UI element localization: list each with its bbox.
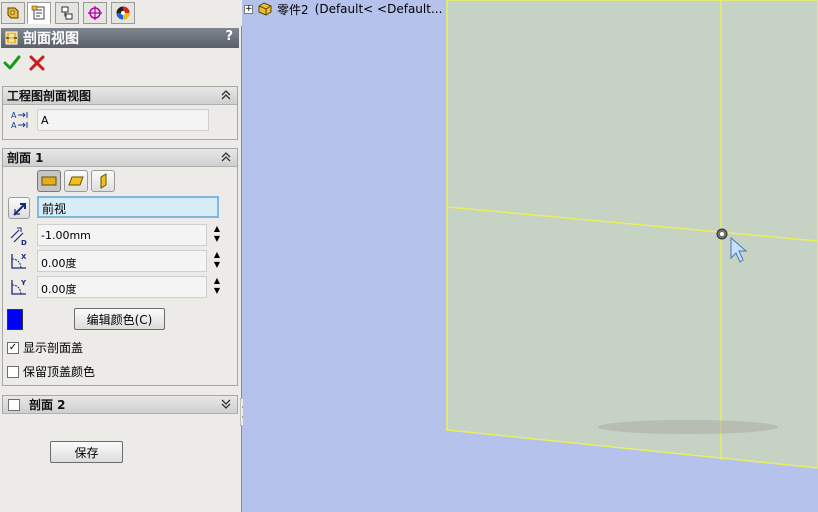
part-name[interactable]: 零件2 [277,1,309,18]
section-plane-input[interactable]: 前视 [37,196,219,218]
section-1-header[interactable]: 剖面 1 [3,149,237,167]
front-plane-button[interactable] [37,170,61,192]
label-icon: A A [9,109,31,131]
rotate-y-icon: Y [8,276,30,298]
configuration-icon [61,6,73,20]
origin-marker-icon [716,228,728,240]
svg-text:D: D [21,239,27,246]
svg-text:A: A [11,121,17,130]
crosshair-icon [88,6,102,20]
graphics-viewport[interactable] [243,0,818,512]
rotate-x-input[interactable]: 0.00度 [37,250,207,272]
keep-cap-color-checkbox[interactable]: 保留顶盖颜色 [7,363,95,380]
help-button[interactable]: ? [225,29,233,44]
configuration-manager-tab[interactable] [55,2,79,24]
property-manager-panel: 剖面视图 ? 工程图剖面视图 A A A 剖面 1 前视 D -1.00mm ▲… [0,0,242,512]
double-chevron-up-icon[interactable] [220,89,232,101]
rotate-y-spinner[interactable]: ▲ ▼ [211,276,223,298]
dimxpert-manager-tab[interactable] [83,2,107,24]
offset-spinner[interactable]: ▲ ▼ [211,224,223,246]
section-1-title: 剖面 1 [7,151,44,165]
offset-distance-input[interactable]: -1.00mm [37,224,207,246]
top-plane-icon [68,176,84,186]
section-label-input[interactable]: A [37,109,209,131]
cap-color-swatch [7,309,23,330]
rotate-y-input[interactable]: 0.00度 [37,276,207,298]
drawing-section-group: 工程图剖面视图 A A A [2,86,238,140]
drawing-section-header[interactable]: 工程图剖面视图 [3,87,237,105]
display-manager-tab[interactable] [111,2,135,24]
part-icon [258,2,272,16]
drawing-section-title: 工程图剖面视图 [7,89,92,103]
section-2-group: 剖面 2 [2,395,238,414]
show-cap-checkbox[interactable]: ✓ 显示剖面盖 [7,339,83,356]
section-plane-face[interactable] [446,0,818,469]
shadow [598,420,778,434]
page-title: 剖面视图 [23,31,79,47]
tree-expand-button[interactable]: + [244,4,253,14]
property-manager-titlebar: 剖面视图 ? [1,28,239,48]
right-plane-button[interactable] [91,170,115,192]
part-config: (Default< <Default... [314,2,443,16]
show-cap-check-box[interactable]: ✓ [7,341,19,354]
section-2-title: 剖面 2 [29,398,66,412]
svg-text:Y: Y [20,279,27,287]
section-2-header[interactable]: 剖面 2 [3,396,237,414]
double-chevron-down-icon[interactable] [220,398,232,410]
svg-text:X: X [21,253,27,261]
feature-tree-flyout[interactable]: + 零件2 (Default< <Default... [244,0,442,18]
reverse-direction-button[interactable] [8,197,30,219]
rotate-x-spinner[interactable]: ▲ ▼ [211,250,223,272]
edit-color-button[interactable]: 编辑颜色(C) [74,308,165,330]
keep-cap-color-label: 保留顶盖颜色 [23,365,96,379]
section-view-icon [5,31,18,45]
feature-tree-icon [7,7,19,19]
section-2-checkbox[interactable] [8,398,20,411]
top-plane-button[interactable] [64,170,88,192]
ok-button[interactable] [3,54,21,72]
reverse-direction-icon [13,203,26,216]
keep-cap-color-check-box[interactable] [7,365,19,378]
color-wheel-icon [116,6,130,20]
show-cap-label: 显示剖面盖 [23,341,84,355]
save-button[interactable]: 保存 [50,441,123,463]
feature-manager-tab[interactable] [1,2,25,24]
right-plane-icon [100,173,107,189]
cancel-button[interactable] [28,54,46,72]
front-plane-icon [41,176,57,186]
rotate-x-icon: X [8,250,30,272]
double-chevron-up-icon[interactable] [220,151,232,163]
svg-text:A: A [11,111,17,120]
property-sheet-icon [31,5,45,20]
offset-distance-icon: D [8,224,30,247]
manager-tab-bar [0,0,242,26]
property-manager-tab[interactable] [27,2,51,24]
model-view[interactable] [243,0,818,512]
